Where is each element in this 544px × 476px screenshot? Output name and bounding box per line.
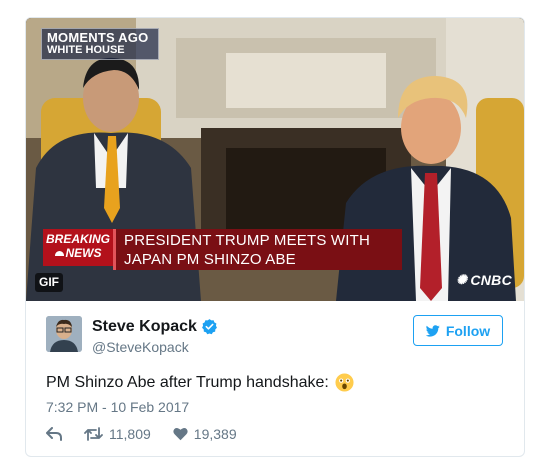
like-button[interactable]: 19,389 (173, 426, 237, 442)
gif-badge: GIF (35, 273, 63, 292)
retweet-button[interactable]: 11,809 (84, 426, 151, 442)
headline-line-2: JAPAN PM SHINZO ABE (124, 251, 296, 268)
follow-button[interactable]: Follow (413, 315, 503, 346)
avatar[interactable] (46, 316, 82, 352)
follow-label: Follow (445, 322, 491, 339)
chyron-headline: PRESIDENT TRUMP MEETS WITH JAPAN PM SHIN… (113, 229, 402, 270)
tweet-body: PM Shinzo Abe after Trump handshake: (46, 373, 329, 391)
news-label: NEWS (65, 246, 102, 260)
gif-media[interactable]: MOMENTS AGO WHITE HOUSE BREAKING NEWS PR… (26, 18, 524, 301)
like-count: 19,389 (193, 426, 237, 442)
embedded-tweet-card: MOMENTS AGO WHITE HOUSE BREAKING NEWS PR… (25, 17, 525, 457)
retweet-count: 11,809 (109, 426, 151, 442)
network-logo: ✺ CNBC (456, 272, 512, 288)
like-icon (173, 428, 188, 441)
peacock-icon: ✺ (456, 272, 468, 287)
verified-icon (202, 319, 217, 335)
tweet-actions: 11,809 19,389 (46, 426, 237, 442)
reply-button[interactable] (46, 427, 62, 441)
twitter-bird-icon (425, 324, 440, 337)
retweet-icon (84, 427, 103, 441)
breaking-news-badge: BREAKING NEWS (43, 229, 113, 266)
headline-line-1: PRESIDENT TRUMP MEETS WITH (124, 232, 371, 249)
location-label: WHITE HOUSE (47, 44, 125, 56)
moments-ago-banner: MOMENTS AGO WHITE HOUSE (41, 28, 159, 60)
author-handle[interactable]: @SteveKopack (92, 339, 189, 355)
astonished-emoji-icon (335, 373, 354, 392)
network-label: CNBC (470, 272, 512, 288)
breaking-label: BREAKING (45, 232, 110, 246)
reply-icon (46, 427, 62, 441)
tweet-timestamp[interactable]: 7:32 PM - 10 Feb 2017 (46, 399, 189, 415)
moments-ago-label: MOMENTS AGO (47, 30, 149, 45)
author-name[interactable]: Steve Kopack (92, 318, 197, 336)
avatar-image (46, 316, 82, 352)
tweet-text: PM Shinzo Abe after Trump handshake: (46, 373, 354, 392)
nbc-peacock-icon (54, 251, 64, 257)
